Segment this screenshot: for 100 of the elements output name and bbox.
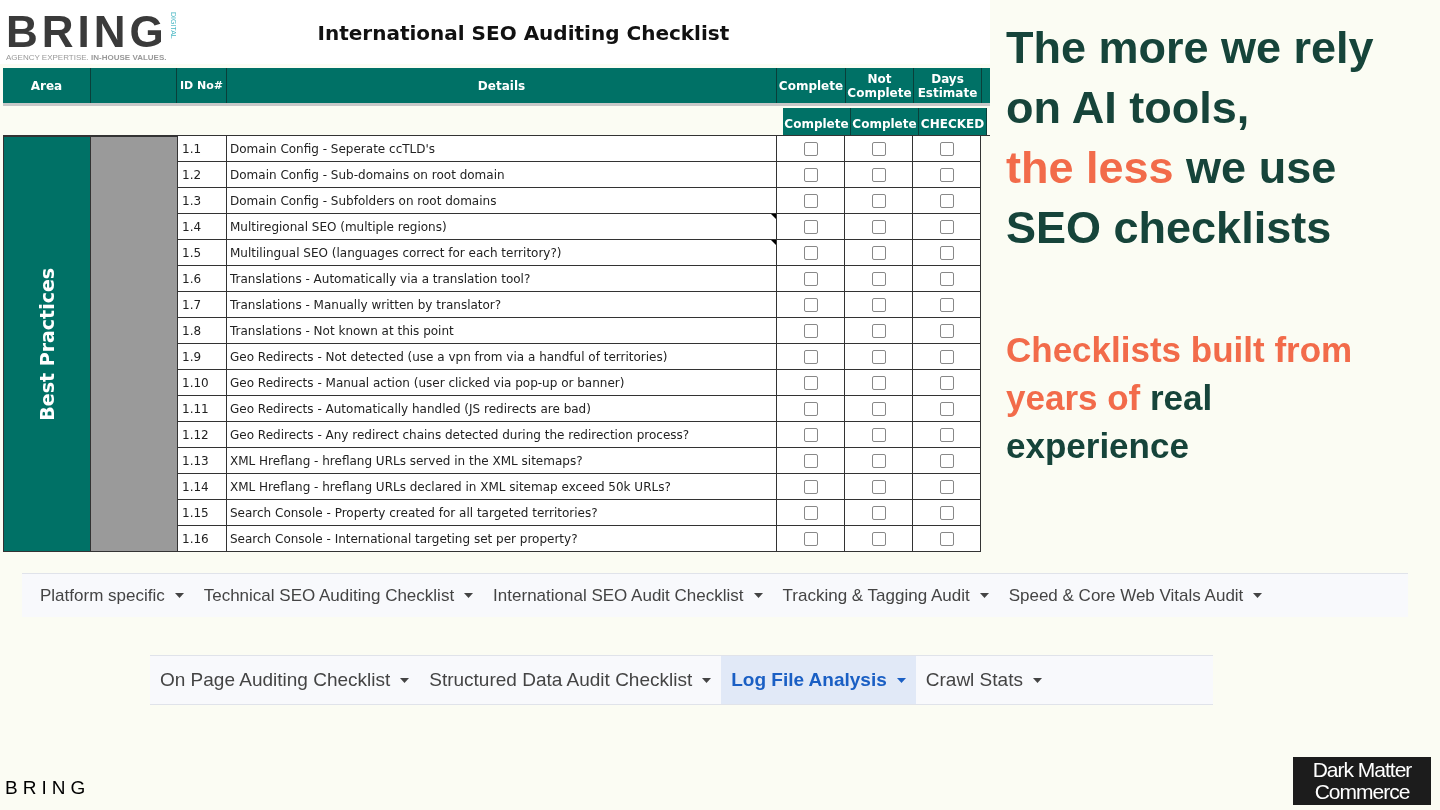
column-header: Area [30, 78, 63, 93]
checkbox[interactable] [939, 505, 954, 520]
checkbox[interactable] [803, 271, 818, 286]
column-header: Details [477, 78, 526, 93]
dropdown-caret-icon [753, 593, 763, 598]
details-cell-text: Geo Redirects - Any redirect chains detected during the redirection process? [230, 426, 690, 444]
checkbox[interactable] [803, 531, 818, 546]
column-header: Complete [852, 116, 917, 133]
checkbox[interactable] [803, 219, 818, 234]
checkbox[interactable] [871, 479, 886, 494]
sheet-tab[interactable]: On Page Auditing Checklist [150, 656, 420, 704]
sheet-tab[interactable]: Tracking & Tagging Audit [772, 574, 999, 617]
checkbox[interactable] [939, 453, 954, 468]
dropdown-caret-icon [1032, 677, 1042, 683]
checkbox[interactable] [803, 479, 818, 494]
details-cell-text: Domain Config - Subfolders on root domains [230, 192, 497, 210]
checkbox[interactable] [871, 453, 886, 468]
checkbox[interactable] [939, 375, 954, 390]
column-header: Days Estimate [916, 71, 979, 100]
checkbox[interactable] [939, 479, 954, 494]
checkbox[interactable] [803, 245, 818, 260]
id-cell-text: 1.13 [182, 452, 209, 470]
area-label: Best Practices [34, 267, 59, 421]
checkbox[interactable] [939, 193, 954, 208]
id-cell-text: 1.6 [182, 270, 202, 288]
checkbox[interactable] [871, 245, 886, 260]
id-cell-text: 1.14 [182, 478, 209, 496]
checkbox[interactable] [803, 193, 818, 208]
details-cell-text: Multiregional SEO (multiple regions) [230, 218, 447, 236]
id-cell-text: 1.2 [182, 166, 202, 184]
checkbox[interactable] [871, 349, 886, 364]
checkbox[interactable] [803, 323, 818, 338]
checkbox[interactable] [803, 453, 818, 468]
checkbox[interactable] [803, 349, 818, 364]
details-cell-text: Geo Redirects - Not detected (use a vpn from via a handful of territories) [230, 348, 668, 366]
checkbox[interactable] [939, 219, 954, 234]
checkbox[interactable] [871, 271, 886, 286]
checkbox[interactable] [939, 323, 954, 338]
checkbox[interactable] [939, 141, 954, 156]
column-header: CHECKED [920, 116, 985, 133]
checkbox[interactable] [871, 401, 886, 416]
checkbox[interactable] [871, 193, 886, 208]
id-cell-text: 1.5 [182, 244, 202, 262]
details-cell-text: Search Console - Property created for all targeted territories? [230, 504, 598, 522]
checkbox[interactable] [939, 349, 954, 364]
details-cell-text: Geo Redirects - Manual action (user clicked via pop-up or banner) [230, 374, 625, 392]
checkbox[interactable] [939, 401, 954, 416]
checkbox[interactable] [939, 271, 954, 286]
checkbox[interactable] [871, 505, 886, 520]
checkbox[interactable] [939, 167, 954, 182]
checkbox[interactable] [939, 531, 954, 546]
sheet-tab[interactable]: Speed & Core Web Vitals Audit [998, 574, 1273, 617]
id-cell-text: 1.9 [182, 348, 202, 366]
checkbox[interactable] [871, 531, 886, 546]
checkbox[interactable] [871, 427, 886, 442]
id-cell-text: 1.8 [182, 322, 202, 340]
checkbox[interactable] [871, 219, 886, 234]
dropdown-caret-icon [896, 677, 906, 683]
id-cell-text: 1.12 [182, 426, 209, 444]
details-cell-text: Translations - Not known at this point [230, 322, 454, 340]
checkbox[interactable] [803, 505, 818, 520]
checkbox[interactable] [803, 427, 818, 442]
checkbox[interactable] [871, 141, 886, 156]
column-header: ID No# [179, 78, 225, 93]
checkbox[interactable] [939, 427, 954, 442]
footer-brand: BRING [5, 775, 91, 800]
sheet-tab[interactable]: Technical SEO Auditing Checklist [193, 574, 484, 617]
checkbox[interactable] [803, 401, 818, 416]
details-cell-text: Geo Redirects - Automatically handled (JS redirects are bad) [230, 400, 591, 418]
checkbox[interactable] [803, 141, 818, 156]
checkbox[interactable] [939, 245, 954, 260]
partner-logo: Dark Matter Commerce [1293, 757, 1431, 805]
checkbox[interactable] [871, 167, 886, 182]
id-cell-text: 1.1 [182, 140, 202, 158]
sheet-tab[interactable]: International SEO Audit Checklist [483, 574, 773, 617]
details-cell-text: Search Console - International targeting set per property? [230, 530, 578, 548]
details-cell-text: Translations - Manually written by translator? [230, 296, 502, 314]
sheet-tab[interactable]: Platform specific [30, 574, 194, 617]
sheet-tab[interactable]: Crawl Stats [915, 656, 1052, 704]
details-cell-text: XML Hreflang - hreflang URLs declared in XML sitemap exceed 50k URLs? [230, 478, 671, 496]
column-header: Not Complete [846, 71, 913, 100]
checkbox[interactable] [803, 375, 818, 390]
details-cell-text: Domain Config - Sub-domains on root domain [230, 166, 505, 184]
checkbox[interactable] [871, 297, 886, 312]
sheet-tab[interactable]: Log File Analysis [721, 656, 916, 704]
sheet-tab[interactable]: Structured Data Audit Checklist [419, 656, 722, 704]
checkbox[interactable] [871, 323, 886, 338]
headline: The more we rely on AI tools, the less we use SEO checklists [1006, 21, 1375, 255]
dropdown-caret-icon [174, 593, 184, 598]
logo-tagline: AGENCY EXPERTISE. IN-HOUSE VALUES. [6, 52, 168, 64]
checkbox[interactable] [871, 375, 886, 390]
logo-wordmark: BRING [6, 12, 168, 52]
dropdown-caret-icon [702, 677, 712, 683]
column-header: Complete [784, 116, 849, 133]
dropdown-caret-icon [400, 677, 410, 683]
checkbox[interactable] [939, 297, 954, 312]
subheadline: Checklists built from years of real experience [1006, 329, 1354, 467]
checkbox[interactable] [803, 297, 818, 312]
dropdown-caret-icon [1253, 593, 1263, 598]
checkbox[interactable] [803, 167, 818, 182]
